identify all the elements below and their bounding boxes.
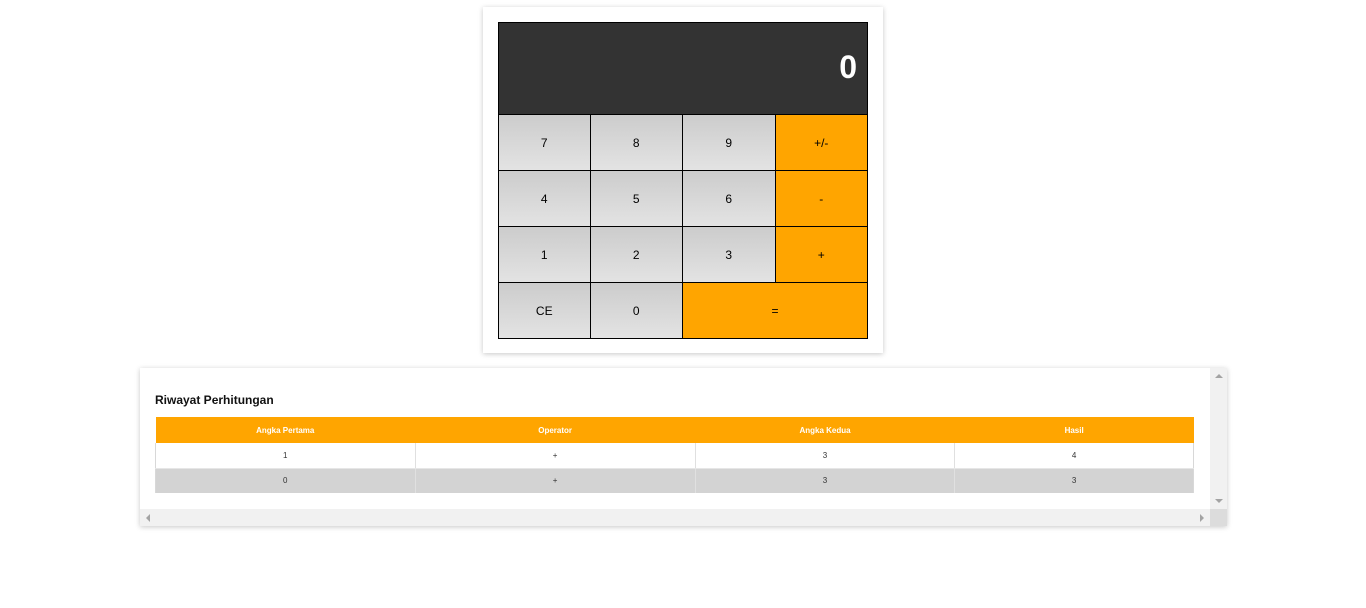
history-panel: Riwayat Perhitungan Angka Pertama Operat… <box>140 368 1227 526</box>
history-title: Riwayat Perhitungan <box>155 393 274 407</box>
display-value: 0 <box>839 49 857 85</box>
table-cell: 3 <box>694 443 955 469</box>
column-header-operator: Operator <box>415 417 696 443</box>
key-digit-1-button[interactable]: 1 <box>498 226 591 283</box>
key-digit-8-button[interactable]: 8 <box>589 114 683 171</box>
key-digit-4-button[interactable]: 4 <box>498 170 591 227</box>
key-plus-button[interactable]: + <box>774 226 868 283</box>
calculator: 0 7 8 9 +/- 4 5 6-1 2 3 + CE 0 = <box>483 7 883 353</box>
key-minus-button[interactable]: - <box>774 170 868 227</box>
key-digit-2-button[interactable]: 2 <box>589 226 683 283</box>
table-cell: 3 <box>694 468 955 493</box>
calculator-display: 0 <box>498 22 868 115</box>
table-row: 0 + 3 3 <box>155 468 1194 493</box>
keypad: 7 8 9 +/- 4 5 6- 1 2 3 + CE 0 = <box>498 114 868 339</box>
history-table: Angka Pertama Operator Angka Kedua Hasil… <box>155 417 1194 493</box>
table-cell: 1 <box>155 443 415 469</box>
column-header-hasil: Hasil <box>954 417 1194 443</box>
horizontal-scrollbar[interactable] <box>140 509 1210 526</box>
table-row: 1 + 3 4 <box>155 443 1194 469</box>
column-header-angka-kedua: Angka Kedua <box>695 417 955 443</box>
key-digit-6-button[interactable]: 6 <box>682 170 776 227</box>
key-plus-minus-button[interactable]: +/- <box>774 114 868 171</box>
key-digit-9-button[interactable]: 9 <box>682 114 776 171</box>
table-cell: + <box>414 468 696 493</box>
scroll-down-icon[interactable] <box>1215 499 1223 503</box>
table-cell: 0 <box>155 468 415 493</box>
key-digit-3-button[interactable]: 3 <box>682 226 776 283</box>
column-header-angka-pertama: Angka Pertama <box>155 417 415 443</box>
scroll-up-icon[interactable] <box>1215 374 1223 378</box>
table-cell: 4 <box>954 443 1194 469</box>
key-digit-5-button[interactable]: 5 <box>589 170 683 227</box>
table-cell: 3 <box>954 468 1194 493</box>
key-digit-7-button[interactable]: 7 <box>498 114 591 171</box>
key-equals-button[interactable]: = <box>682 282 868 339</box>
scroll-left-icon[interactable] <box>146 514 150 522</box>
vertical-scrollbar[interactable] <box>1210 368 1227 509</box>
key-digit-0-button[interactable]: 0 <box>589 282 683 339</box>
scrollbar-corner <box>1210 509 1227 526</box>
key-clear-entry-button[interactable]: CE <box>498 282 591 339</box>
scroll-right-icon[interactable] <box>1200 514 1204 522</box>
table-cell: + <box>414 443 696 469</box>
history-header-row: Angka Pertama Operator Angka Kedua Hasil <box>155 417 1194 443</box>
